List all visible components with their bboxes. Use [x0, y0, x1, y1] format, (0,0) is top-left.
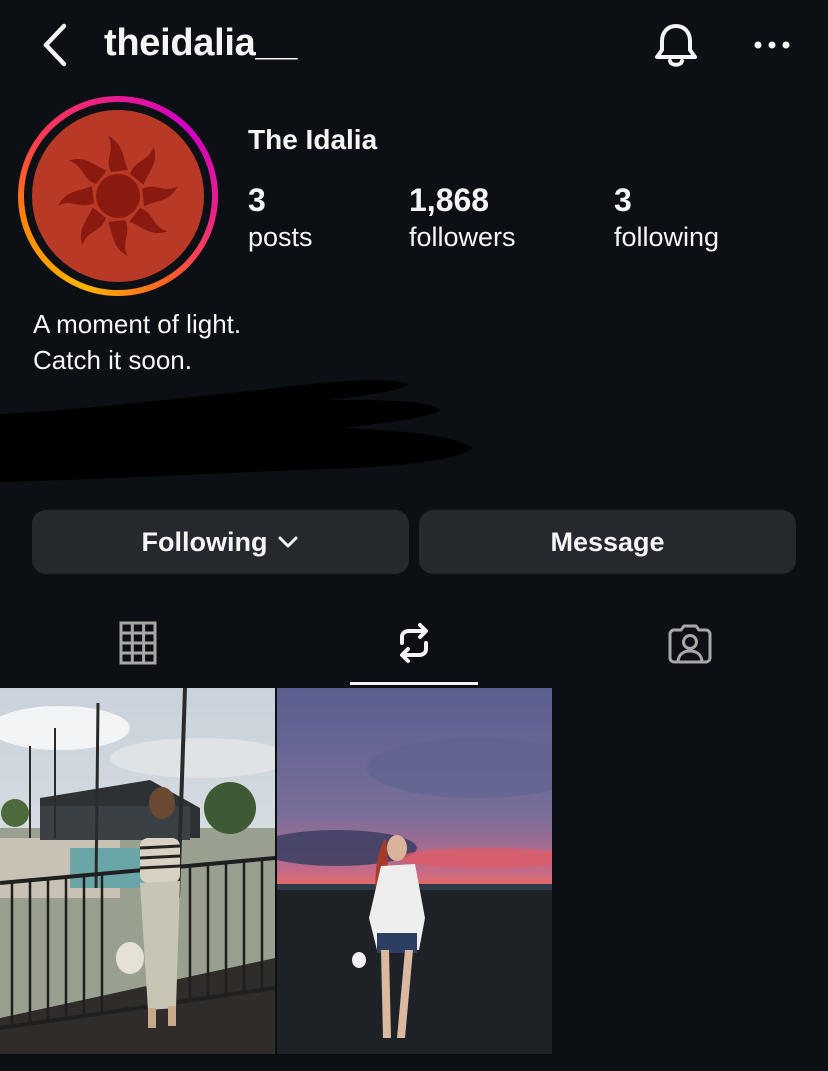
avatar [32, 110, 204, 282]
more-options-icon[interactable] [748, 28, 796, 62]
followers-label: followers [409, 222, 516, 252]
active-tab-indicator [350, 682, 478, 685]
tab-tagged[interactable] [552, 600, 828, 686]
posts-count: 3 [248, 182, 266, 218]
message-button[interactable]: Message [419, 510, 796, 574]
following-stat[interactable]: 3 following [614, 180, 719, 254]
posts-stat[interactable]: 3 posts [248, 180, 313, 254]
redaction-scribble [0, 380, 472, 482]
post-thumbnail[interactable] [0, 688, 275, 1054]
following-button[interactable]: Following [32, 510, 409, 574]
notification-bell-icon[interactable] [650, 20, 702, 70]
top-bar: theidalia__ [0, 0, 828, 92]
chevron-down-icon [278, 536, 298, 548]
woman-on-balcony-photo [0, 688, 275, 1054]
tagged-user-icon [668, 624, 712, 664]
sun-logo-icon [58, 136, 178, 256]
story-ring[interactable] [18, 96, 218, 296]
bio-line: A moment of light. [33, 309, 242, 339]
message-button-label: Message [550, 526, 665, 557]
following-label: following [614, 222, 720, 252]
following-button-label: Following [141, 526, 268, 557]
woman-at-sunset-beach-photo [277, 688, 552, 1054]
display-name: The Idalia [248, 124, 378, 155]
posts-label: posts [248, 222, 313, 252]
back-arrow-icon[interactable] [36, 22, 76, 68]
tab-reposts[interactable] [276, 600, 552, 686]
profile-username: theidalia__ [104, 22, 298, 64]
followers-stat[interactable]: 1,868 followers [409, 180, 516, 254]
grid-icon [119, 621, 157, 665]
followers-count: 1,868 [409, 182, 490, 218]
reposts-icon [400, 623, 428, 663]
tab-posts-grid[interactable] [0, 600, 276, 686]
post-thumbnail[interactable] [277, 688, 552, 1054]
following-count: 3 [614, 182, 632, 218]
profile-bio: A moment of light. Catch it soon. [33, 306, 241, 378]
profile-screen: theidalia__ The Idalia 3 posts 1,868 fol… [0, 0, 828, 1071]
